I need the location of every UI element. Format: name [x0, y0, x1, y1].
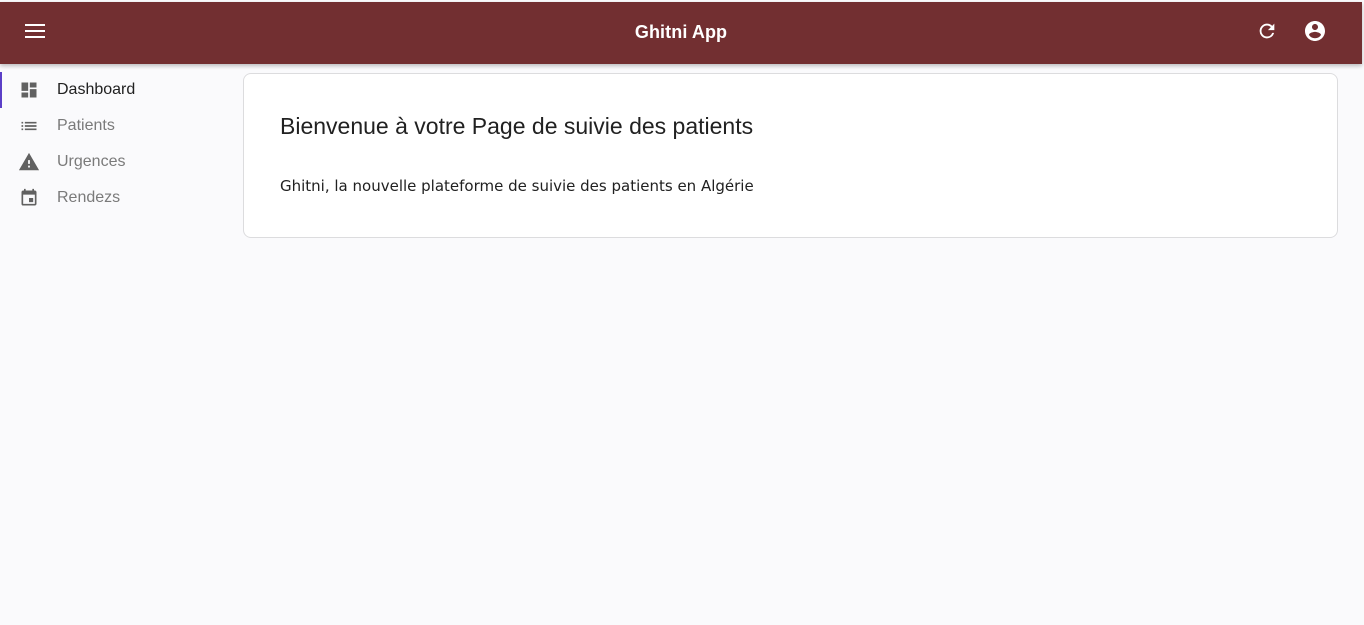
sidebar-item-label: Rendezs: [57, 189, 121, 206]
account-circle-icon: [1303, 19, 1327, 48]
sidebar-item-label: Patients: [57, 117, 115, 134]
refresh-button[interactable]: [1249, 15, 1285, 51]
sidebar-item-label: Urgences: [57, 153, 126, 170]
sidebar: Dashboard Patients Urgences Rendezs: [0, 72, 230, 216]
list-icon: [18, 115, 40, 137]
sidebar-item-label: Dashboard: [57, 81, 136, 98]
refresh-icon: [1256, 20, 1278, 47]
calendar-icon: [18, 187, 40, 209]
sidebar-item-patients[interactable]: Patients: [0, 108, 230, 144]
app-bar: Ghitni App: [0, 2, 1362, 64]
app-page: Ghitni App Dashboard Patients Urgences R…: [0, 0, 1364, 625]
welcome-card: Bienvenue à votre Page de suivie des pat…: [243, 73, 1338, 238]
sidebar-item-rendezs[interactable]: Rendezs: [0, 180, 230, 216]
card-text: Ghitni, la nouvelle plateforme de suivie…: [280, 177, 754, 195]
dashboard-icon: [18, 79, 40, 101]
sidebar-item-dashboard[interactable]: Dashboard: [0, 72, 230, 108]
card-title: Bienvenue à votre Page de suivie des pat…: [280, 113, 754, 139]
sidebar-item-urgences[interactable]: Urgences: [0, 144, 230, 180]
account-button[interactable]: [1297, 15, 1333, 51]
app-title: Ghitni App: [634, 22, 728, 42]
warning-icon: [18, 151, 40, 173]
